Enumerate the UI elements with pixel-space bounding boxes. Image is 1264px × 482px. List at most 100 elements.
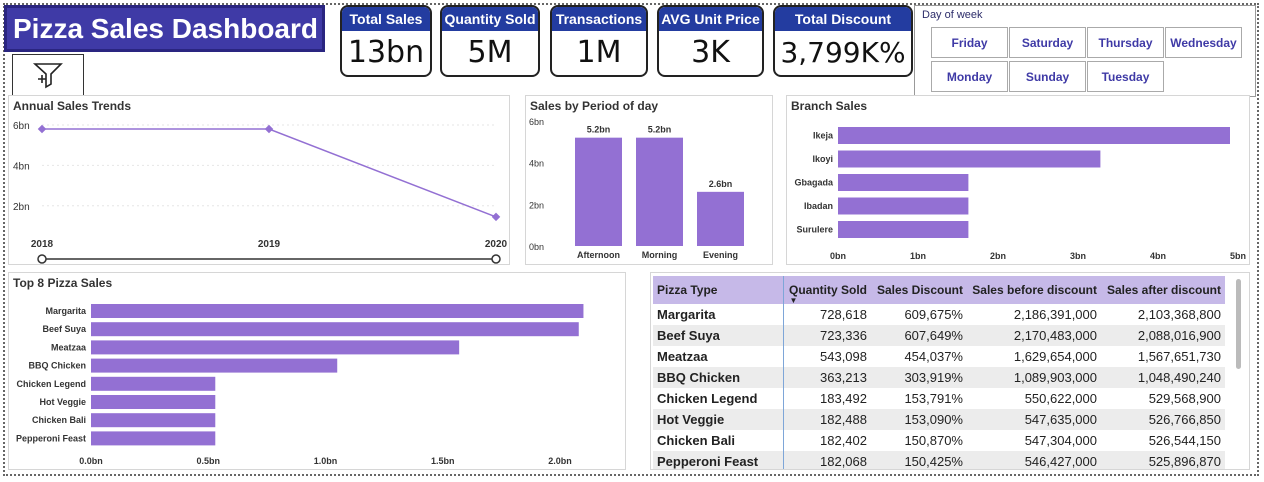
pizza-sales-table-panel: Pizza Type Quantity Sold ▼ Sales Discoun… bbox=[650, 272, 1250, 470]
day-button-sunday[interactable]: Sunday bbox=[1009, 61, 1086, 92]
table-cell: 526,544,150 bbox=[1148, 433, 1221, 448]
time-slider-handle-start bbox=[37, 254, 47, 264]
table-cell: Pepperoni Feast bbox=[653, 451, 784, 469]
column-header-label: Quantity Sold bbox=[789, 283, 867, 297]
bar bbox=[575, 137, 622, 246]
y-tick-label: Gbagada bbox=[794, 178, 834, 188]
y-tick-label: Hot Veggie bbox=[39, 397, 86, 407]
y-tick-label: Surulere bbox=[796, 225, 833, 235]
bar bbox=[91, 340, 460, 355]
day-button-monday[interactable]: Monday bbox=[931, 61, 1008, 92]
table-cell: 1,567,651,730 bbox=[1137, 349, 1221, 364]
day-button-thursday[interactable]: Thursday bbox=[1087, 27, 1164, 58]
data-point bbox=[491, 212, 501, 222]
top-pizza-bar-chart: 0.0bn 0.5bn 1.0bn 1.5bn 2.0bn Margarita Beef S… bbox=[16, 304, 584, 466]
table-cell: 2,103,368,800 bbox=[1137, 307, 1221, 322]
table-cell: 547,635,000 bbox=[967, 409, 1101, 430]
y-tick-label: Ikeja bbox=[813, 131, 834, 141]
period-bar-chart: 6bn 4bn 2bn 0bn 5.2bn Afternoon 5.2bn Morning 2.… bbox=[529, 117, 744, 260]
page-title: Pizza Sales Dashboard bbox=[4, 5, 325, 52]
table-scrollbar[interactable] bbox=[1236, 279, 1241, 369]
table-cell: 153,090% bbox=[871, 409, 967, 430]
column-header-quantity-sold[interactable]: Quantity Sold ▼ bbox=[783, 276, 871, 305]
table-cell: 609,675% bbox=[904, 307, 963, 322]
kpi-label: Quantity Sold bbox=[442, 7, 538, 31]
day-button-wednesday[interactable]: Wednesday bbox=[1165, 27, 1242, 58]
column-header-sales-after-discount[interactable]: Sales after discount bbox=[1101, 276, 1225, 304]
table-row[interactable]: Chicken Legend 183,492 153,791% 550,622,000… bbox=[653, 388, 1225, 409]
table-cell: Beef Suya bbox=[653, 325, 784, 346]
table-cell: 182,068 bbox=[783, 451, 871, 469]
column-header-sales-before-discount[interactable]: Sales before discount bbox=[967, 276, 1101, 304]
kpi-label: Total Discount bbox=[775, 7, 911, 31]
table-cell: 546,427,000 bbox=[967, 451, 1101, 469]
kpi-card-avg-unit-price: AVG Unit Price 3K bbox=[657, 5, 764, 77]
column-header-sales-discount[interactable]: Sales Discount bbox=[871, 276, 967, 304]
table-row[interactable]: Chicken Bali 182,402 150,870% 547,304,000 52… bbox=[653, 430, 1225, 451]
table-row[interactable]: Pepperoni Feast 182,068 150,425% 546,427,00… bbox=[653, 451, 1225, 469]
y-tick-label: BBQ Chicken bbox=[28, 361, 86, 371]
x-tick-label: 1.5bn bbox=[431, 456, 455, 466]
bar bbox=[91, 304, 584, 318]
y-tick-label: 6bn bbox=[13, 121, 30, 132]
bar bbox=[91, 358, 338, 373]
day-button-friday[interactable]: Friday bbox=[931, 27, 1008, 58]
day-button-saturday[interactable]: Saturday bbox=[1009, 27, 1086, 58]
table-row[interactable]: BBQ Chicken 363,213 303,919% 1,089,903,000 1… bbox=[653, 367, 1225, 388]
table-cell: 2,088,016,900 bbox=[1101, 325, 1225, 346]
table-cell: BBQ Chicken bbox=[653, 367, 784, 388]
x-tick-label: 0.5bn bbox=[196, 456, 220, 466]
table-cell: 723,336 bbox=[783, 325, 871, 346]
data-point bbox=[37, 124, 47, 134]
day-of-week-slicer: Day of week Friday Saturday Thursday Wed… bbox=[914, 5, 1256, 97]
pizza-sales-table: Pizza Type Quantity Sold ▼ Sales Discoun… bbox=[653, 276, 1226, 469]
table-cell: 728,618 bbox=[820, 307, 867, 322]
kpi-value: 3K bbox=[691, 35, 730, 70]
table-row[interactable]: Meatzaa 543,098 454,037% 1,629,654,000 1,567… bbox=[653, 346, 1225, 367]
x-tick-label: 2019 bbox=[258, 239, 281, 250]
y-tick-label: Beef Suya bbox=[42, 324, 87, 334]
slicer-title: Day of week bbox=[922, 9, 983, 21]
x-tick-label: Morning bbox=[642, 250, 678, 260]
table-row[interactable]: Hot Veggie 182,488 153,090% 547,635,000 526,… bbox=[653, 409, 1225, 430]
table-cell: 150,870% bbox=[904, 433, 963, 448]
kpi-card-total-sales: Total Sales 13bn bbox=[340, 5, 432, 77]
table-cell: 543,098 bbox=[820, 349, 867, 364]
branch-bar-chart: 0bn 1bn 2bn 3bn 4bn 5bn Ikeja Ikoyi Gbagada Ibada… bbox=[794, 127, 1246, 261]
branch-sales-panel: Branch Sales 0bn 1bn 2bn 3bn 4bn 5bn Ikeja Ikoy… bbox=[786, 95, 1250, 265]
y-tick-label: 6bn bbox=[529, 117, 544, 127]
kpi-label: Transactions bbox=[552, 7, 646, 31]
bar bbox=[91, 395, 216, 409]
y-tick-label: 2bn bbox=[529, 200, 544, 210]
time-slider-handle-end bbox=[491, 254, 501, 264]
y-tick-label: Chicken Legend bbox=[16, 379, 86, 389]
table-cell: 182,402 bbox=[820, 433, 867, 448]
bar bbox=[838, 150, 1101, 168]
bar bbox=[838, 197, 969, 215]
bar bbox=[697, 191, 744, 246]
kpi-card-total-discount: Total Discount 3,799K% bbox=[773, 5, 913, 77]
table-cell: 526,766,850 bbox=[1101, 409, 1225, 430]
x-tick-label: Afternoon bbox=[577, 250, 620, 260]
y-tick-label: Ibadan bbox=[804, 201, 833, 211]
x-tick-label: 2018 bbox=[31, 239, 54, 250]
table-cell: 150,425% bbox=[871, 451, 967, 469]
table-cell: 153,791% bbox=[904, 391, 963, 406]
bar bbox=[838, 221, 969, 238]
table-row[interactable]: Margarita 728,618 609,675% 2,186,391,000 2,1… bbox=[653, 304, 1225, 325]
table-cell: 182,488 bbox=[783, 409, 871, 430]
clear-filter-button[interactable] bbox=[12, 54, 84, 96]
bar bbox=[91, 376, 216, 391]
table-cell: Hot Veggie bbox=[653, 409, 784, 430]
kpi-value: 13bn bbox=[347, 35, 425, 70]
x-tick-label: 0bn bbox=[830, 251, 846, 261]
y-tick-label: 4bn bbox=[13, 161, 30, 172]
table-cell: 363,213 bbox=[783, 367, 871, 388]
kpi-label: Total Sales bbox=[342, 7, 430, 31]
annual-sales-trends-panel: Annual Sales Trends 6bn 4bn 2bn 2018 2019 202… bbox=[8, 95, 510, 265]
day-button-tuesday[interactable]: Tuesday bbox=[1087, 61, 1164, 92]
table-cell: 550,622,000 bbox=[1024, 391, 1097, 406]
series-line bbox=[42, 128, 497, 218]
table-row[interactable]: Beef Suya 723,336 607,649% 2,170,483,000 2,0… bbox=[653, 325, 1225, 346]
column-header-pizza-type[interactable]: Pizza Type bbox=[653, 276, 784, 304]
